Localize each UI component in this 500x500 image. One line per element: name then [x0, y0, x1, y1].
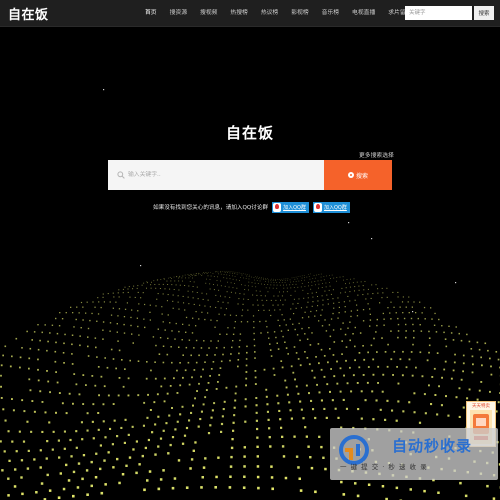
nav-hot-search[interactable]: 热搜榜 [227, 0, 250, 26]
watermark-banner: 自动秒收录 一 键 提 交 · 秒 速 收 录 [330, 428, 498, 480]
watermark-title: 自动秒收录 [392, 437, 473, 455]
join-qq-group-label: 加入QQ群 [323, 204, 347, 211]
main-nav: 首页 搜资源 搜视频 热搜榜 热议榜 影视榜 音乐榜 电视直播 求片留言 [142, 0, 421, 26]
watermark-subtitle: 一 键 提 交 · 秒 速 收 录 [340, 463, 428, 471]
hero-title: 自在饭 [225, 124, 274, 142]
qq-group-text: 如果没有找到您关心的讯息，请加入QQ讨论群 [153, 205, 269, 211]
join-qq-group-button-2[interactable]: 加入QQ群 [312, 201, 350, 213]
nav-tv-live[interactable]: 电视直播 [349, 0, 378, 26]
main-search-button-label: 搜索 [355, 172, 368, 180]
nav-search-resources[interactable]: 搜资源 [167, 0, 190, 26]
qq-icon [273, 202, 282, 212]
join-qq-group-label: 加入QQ群 [283, 204, 306, 211]
main-search-input[interactable] [124, 160, 322, 190]
header-search-button[interactable]: 搜索 [474, 6, 494, 20]
nav-search-videos[interactable]: 搜视频 [197, 0, 220, 26]
header-search-input[interactable] [405, 6, 472, 20]
nav-music-chart[interactable]: 音乐榜 [319, 0, 342, 26]
site-logo[interactable]: 自在饭 [8, 4, 49, 23]
join-qq-group-button-1[interactable]: 加入QQ群 [272, 201, 309, 213]
qq-icon [313, 202, 322, 212]
nav-home[interactable]: 首页 [142, 0, 160, 26]
nav-hot-discussion[interactable]: 热议榜 [258, 0, 281, 26]
dot-icon [347, 172, 354, 178]
top-navigation-bar: 自在饭 首页 搜资源 搜视频 热搜榜 热议榜 影视榜 音乐榜 电视直播 求片留言… [0, 0, 500, 27]
side-ad-label: 天天特卖 [472, 404, 490, 409]
main-search-button[interactable]: 搜索 [324, 160, 392, 190]
nav-movie-chart[interactable]: 影视榜 [288, 0, 311, 26]
qq-group-info: 如果没有找到您关心的讯息，请加入QQ讨论群 加入QQ群 加入QQ群 [153, 201, 350, 213]
more-search-options-link[interactable]: 更多搜索选择 [359, 150, 394, 159]
